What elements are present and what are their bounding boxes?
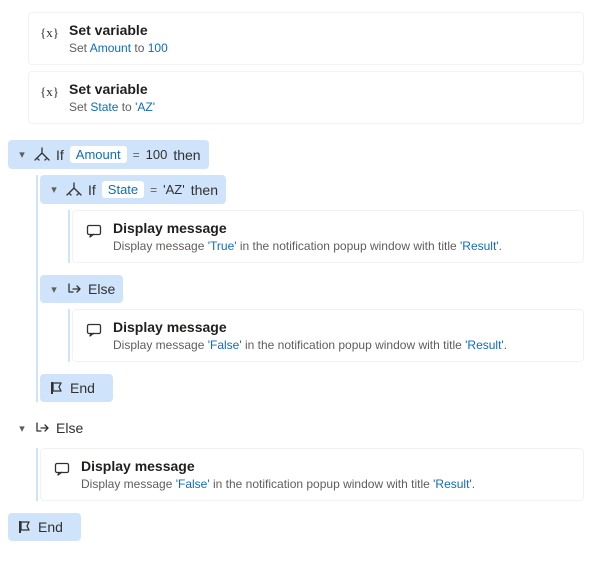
action-title: Display message [113, 219, 502, 237]
action-display-message[interactable]: Display message Display message 'False' … [72, 309, 584, 362]
action-title: Display message [113, 318, 507, 336]
action-subtitle: Set Amount to 100 [69, 40, 168, 56]
chevron-down-icon[interactable]: ▾ [48, 183, 60, 196]
literal-token: 100 [148, 41, 168, 55]
variable-icon [39, 21, 61, 41]
operator: = [133, 148, 140, 162]
if-body: Display message Display message 'True' i… [68, 210, 584, 263]
end-header[interactable]: End [8, 513, 81, 541]
end-icon [16, 519, 32, 535]
action-set-variable[interactable]: Set variable Set State to 'AZ' [28, 71, 584, 124]
if-keyword: If [56, 147, 64, 163]
operator: = [150, 183, 157, 197]
else-icon [34, 420, 50, 436]
message-icon [83, 318, 105, 338]
message-icon [51, 457, 73, 477]
variable-chip: Amount [70, 146, 127, 163]
then-keyword: then [173, 147, 200, 163]
chevron-down-icon[interactable]: ▾ [16, 422, 28, 435]
variable-chip: State [102, 181, 144, 198]
else-body: Display message Display message 'False' … [68, 309, 584, 362]
else-keyword: Else [56, 420, 83, 436]
else-header[interactable]: ▾ Else [8, 414, 91, 442]
action-subtitle: Display message 'False' in the notificat… [113, 337, 507, 353]
action-subtitle: Set State to 'AZ' [69, 99, 155, 115]
variable-icon [39, 80, 61, 100]
end-keyword: End [38, 519, 63, 535]
action-title: Set variable [69, 80, 155, 98]
chevron-down-icon[interactable]: ▾ [48, 283, 60, 296]
else-header[interactable]: ▾ Else [40, 275, 123, 303]
branch-icon [34, 147, 50, 163]
end-icon [48, 380, 64, 396]
if-body: ▾ If State = 'AZ' then Display message D… [36, 175, 584, 402]
else-icon [66, 281, 82, 297]
then-keyword: then [191, 182, 218, 198]
message-icon [83, 219, 105, 239]
action-display-message[interactable]: Display message Display message 'True' i… [72, 210, 584, 263]
else-keyword: Else [88, 281, 115, 297]
chevron-down-icon[interactable]: ▾ [16, 148, 28, 161]
if-keyword: If [88, 182, 96, 198]
action-title: Set variable [69, 21, 168, 39]
literal-token: 100 [146, 147, 168, 162]
action-set-variable[interactable]: Set variable Set Amount to 100 [28, 12, 584, 65]
else-body: Display message Display message 'False' … [36, 448, 584, 501]
variable-token: State [90, 100, 118, 114]
literal-token: 'AZ' [135, 100, 155, 114]
branch-icon [66, 182, 82, 198]
action-subtitle: Display message 'True' in the notificati… [113, 238, 502, 254]
action-subtitle: Display message 'False' in the notificat… [81, 476, 475, 492]
action-title: Display message [81, 457, 475, 475]
end-keyword: End [70, 380, 95, 396]
if-header[interactable]: ▾ If State = 'AZ' then [40, 175, 226, 204]
if-header[interactable]: ▾ If Amount = 100 then [8, 140, 209, 169]
literal-token: 'AZ' [163, 182, 185, 197]
action-display-message[interactable]: Display message Display message 'False' … [40, 448, 584, 501]
variable-token: Amount [90, 41, 131, 55]
end-header[interactable]: End [40, 374, 113, 402]
